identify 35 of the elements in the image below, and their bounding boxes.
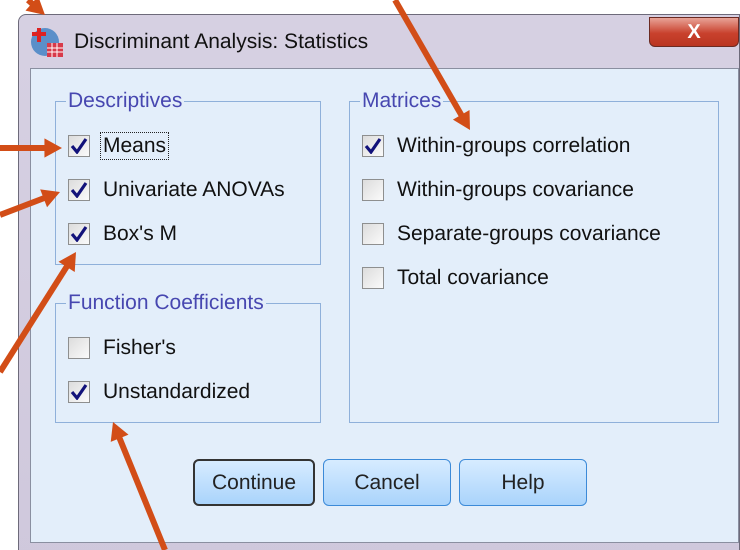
window-title: Discriminant Analysis: Statistics — [74, 30, 368, 54]
checkbox-label[interactable]: Total covariance — [394, 264, 552, 292]
checkbox[interactable] — [68, 223, 90, 245]
checkbox-label[interactable]: Fisher's — [100, 334, 179, 362]
checkbox-label[interactable]: Within-groups correlation — [394, 132, 634, 160]
checkbox[interactable] — [68, 135, 90, 157]
dialog-button[interactable]: Continue — [193, 459, 315, 506]
dialog-button[interactable]: Help — [459, 459, 587, 506]
group-title: Matrices — [361, 89, 442, 113]
check-icon — [70, 138, 88, 154]
checkbox[interactable] — [362, 267, 384, 289]
checkbox-label[interactable]: Separate-groups covariance — [394, 220, 664, 248]
checkbox-label[interactable]: Univariate ANOVAs — [100, 176, 288, 204]
group-title: Descriptives — [67, 89, 184, 113]
checkbox-label[interactable]: Box's M — [100, 220, 180, 248]
app-icon — [30, 26, 64, 58]
check-icon — [70, 384, 88, 400]
checkbox-label[interactable]: Means — [100, 132, 170, 160]
checkbox[interactable] — [362, 135, 384, 157]
checkbox[interactable] — [362, 223, 384, 245]
check-icon — [70, 226, 88, 242]
checkbox-label[interactable]: Within-groups covariance — [394, 176, 637, 204]
pointer-arrow — [26, 0, 45, 15]
checkbox[interactable] — [68, 381, 90, 403]
checkbox-label[interactable]: Unstandardized — [100, 378, 254, 406]
check-icon — [70, 182, 88, 198]
close-button[interactable]: X — [649, 17, 739, 47]
group-title: Function Coefficients — [67, 291, 265, 315]
check-icon — [364, 138, 382, 154]
pointer-arrow — [0, 189, 60, 218]
dialog-button[interactable]: Cancel — [323, 459, 451, 506]
checkbox[interactable] — [362, 179, 384, 201]
checkbox[interactable] — [68, 337, 90, 359]
checkbox[interactable] — [68, 179, 90, 201]
pointer-arrow — [0, 138, 62, 158]
